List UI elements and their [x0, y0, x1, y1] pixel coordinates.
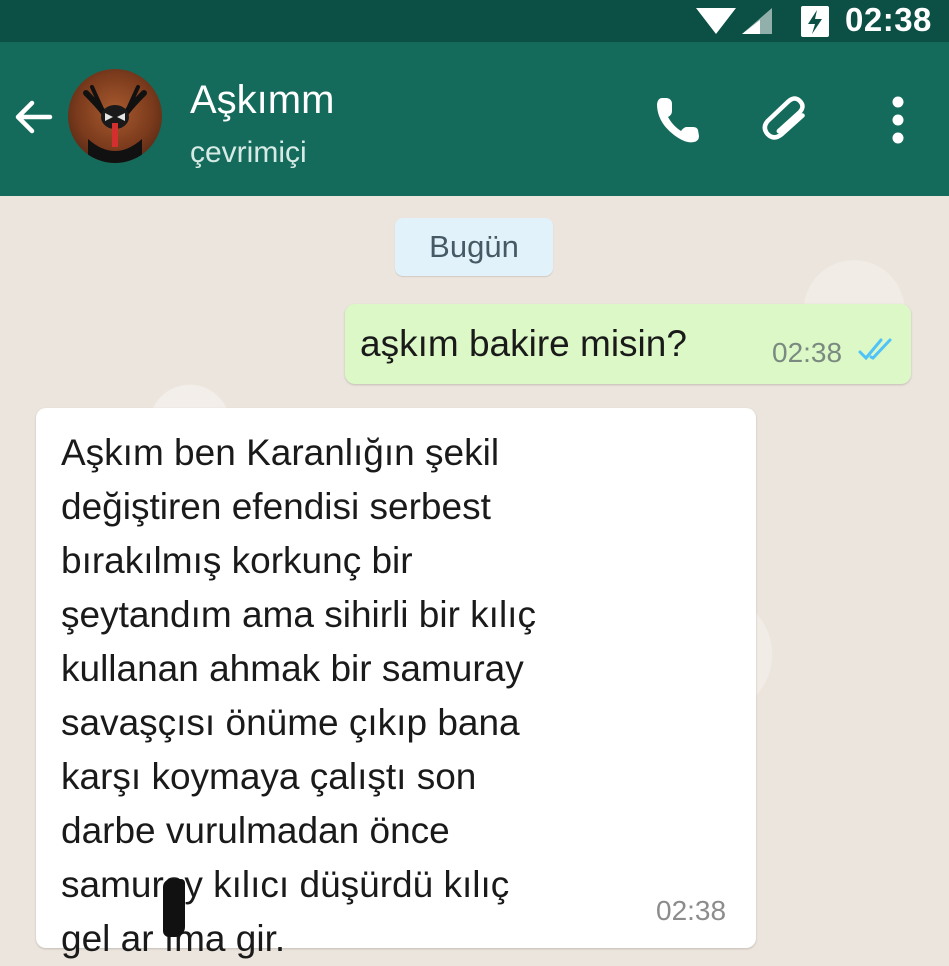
demon-icon — [83, 85, 147, 163]
incoming-message[interactable]: Aşkım ben Karanlığın şekil değiştiren ef… — [36, 408, 756, 959]
message-time: 02:38 — [772, 337, 843, 368]
phone-icon[interactable] — [650, 92, 706, 148]
more-vertical-icon[interactable] — [870, 92, 926, 148]
signal-icon — [696, 8, 772, 34]
double-check-icon — [858, 338, 892, 361]
date-divider: Bugün — [395, 218, 553, 276]
status-time: 02:38 — [845, 1, 932, 38]
chat-area[interactable]: Bugün aşkım bakire misin? 02:38 Aşkım be… — [0, 196, 949, 960]
back-arrow-icon[interactable] — [10, 94, 56, 140]
status-bar: 02:38 — [0, 0, 949, 42]
paperclip-icon[interactable] — [760, 92, 816, 148]
battery-charging-icon — [801, 6, 829, 37]
redaction-mark — [163, 879, 185, 937]
contact-status: çevrimiçi — [190, 136, 307, 169]
message-text: aşkım bakire misin? — [360, 323, 687, 364]
contact-avatar[interactable] — [68, 69, 162, 163]
chat-header: Aşkımm çevrimiçi — [0, 42, 949, 196]
contact-name[interactable]: Aşkımm — [190, 76, 334, 124]
message-time: 02:38 — [656, 895, 727, 926]
message-text: Aşkım ben Karanlığın şekil değiştiren ef… — [61, 432, 536, 959]
outgoing-message[interactable]: aşkım bakire misin? 02:38 — [345, 304, 911, 384]
